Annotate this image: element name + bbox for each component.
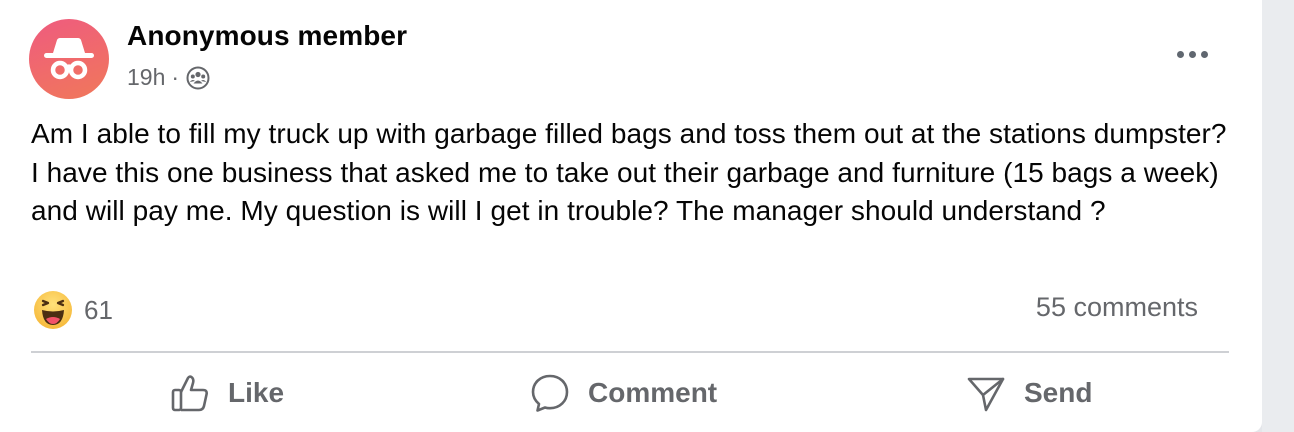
like-label: Like <box>228 377 285 408</box>
divider <box>31 351 1229 353</box>
more-options-icon[interactable] <box>1168 42 1216 66</box>
reaction-count: 61 <box>84 294 113 325</box>
meta-separator: · <box>171 64 180 90</box>
more-dot <box>1200 50 1208 58</box>
incognito-icon <box>44 38 94 80</box>
haha-emoji-icon <box>34 291 72 329</box>
comments-count[interactable]: 55 comments <box>1036 292 1198 323</box>
send-icon <box>967 377 1005 412</box>
comment-icon <box>531 374 569 412</box>
comment-button[interactable]: Comment <box>530 370 717 416</box>
more-dot <box>1188 50 1196 58</box>
post-body: Am I able to fill my truck up with garba… <box>31 118 1227 226</box>
avatar[interactable] <box>29 19 109 99</box>
like-icon <box>171 375 208 412</box>
author-name[interactable]: Anonymous member <box>127 20 407 52</box>
timestamp[interactable]: 19h <box>127 64 165 91</box>
send-label: Send <box>1024 377 1093 408</box>
comment-label: Comment <box>588 377 718 408</box>
more-dot <box>1176 50 1184 58</box>
group-icon[interactable] <box>186 66 210 90</box>
like-button[interactable]: Like <box>170 370 284 416</box>
post-meta: 19h · <box>127 64 210 91</box>
page-background-strip <box>1262 0 1294 432</box>
post-card: Anonymous member 19h · Am I able to fill… <box>0 0 1262 432</box>
reactions-summary[interactable]: 61 <box>33 290 113 330</box>
send-button[interactable]: Send <box>966 370 1092 416</box>
